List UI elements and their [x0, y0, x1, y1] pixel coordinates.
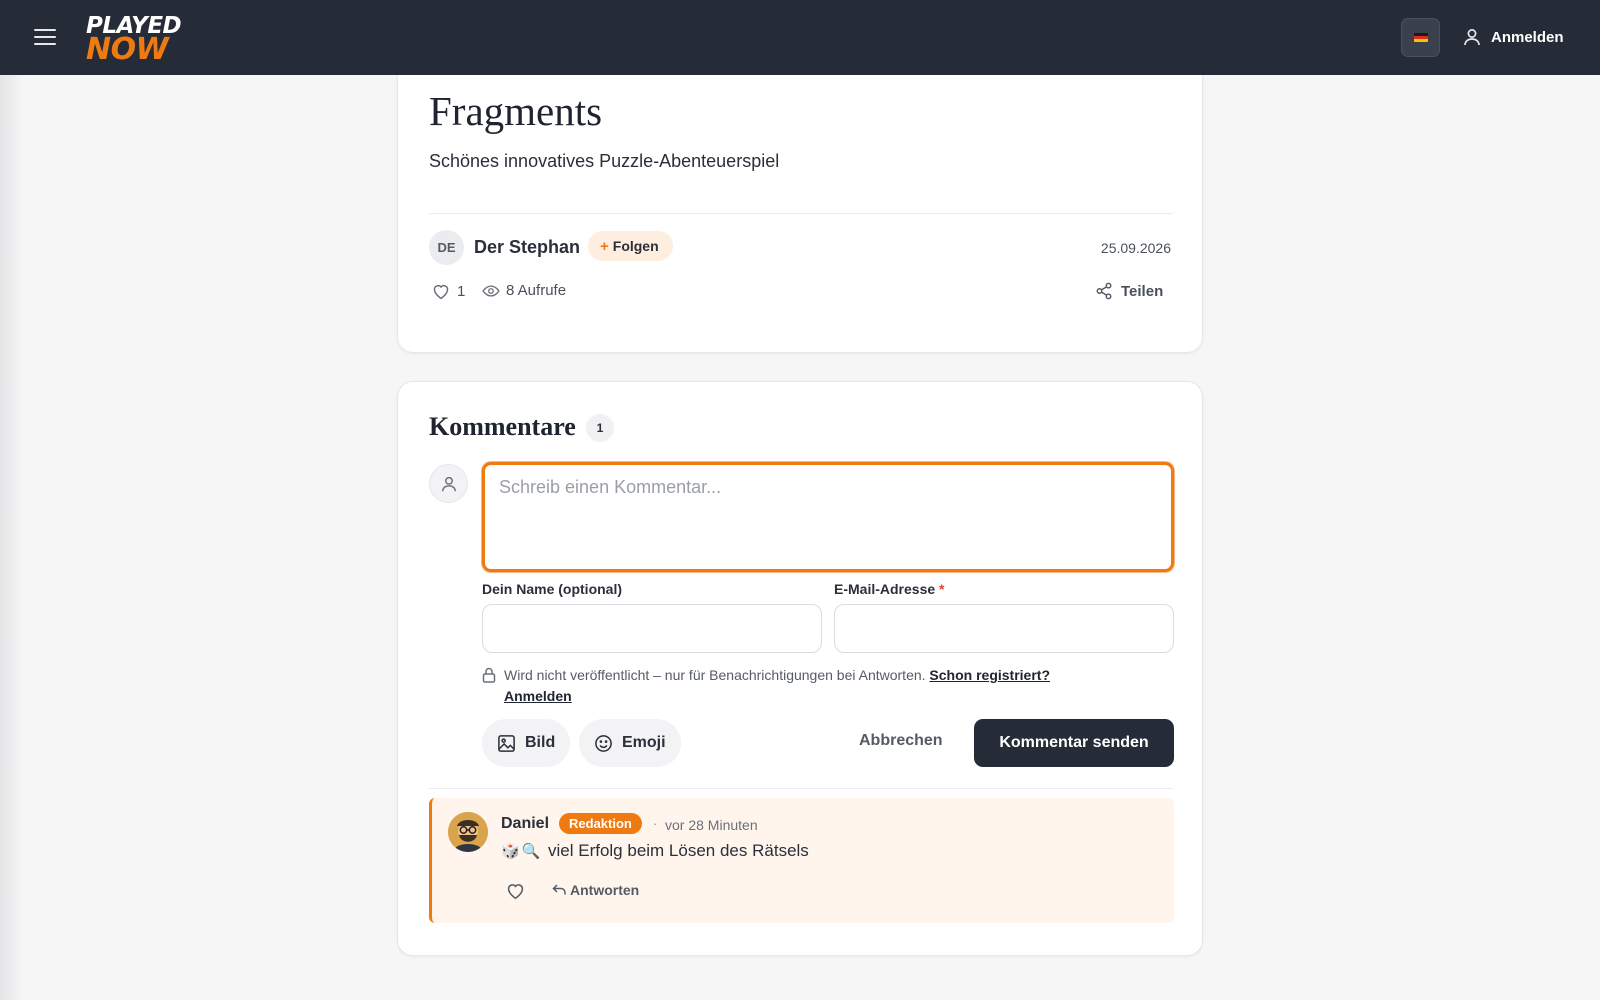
privacy-note: Wird nicht veröffentlicht – nur für Bena… — [482, 665, 1172, 707]
comments-card: Kommentare 1 Dein Name (optional) E-Mail… — [397, 381, 1203, 956]
plus-icon: + — [600, 237, 609, 255]
privacy-text: Wird nicht veröffentlicht – nur für Bena… — [504, 667, 926, 683]
add-image-button[interactable]: Bild — [482, 719, 571, 767]
email-field-label: E-Mail-Adresse * — [834, 581, 945, 597]
email-field-label-text: E-Mail-Adresse — [834, 581, 936, 597]
emoji-button-label: Emoji — [622, 734, 666, 751]
avatar-illustration — [448, 812, 488, 852]
post-title: Fragments — [429, 88, 603, 134]
site-logo[interactable]: PLAYED NOW — [86, 12, 192, 67]
divider — [429, 788, 1173, 789]
user-icon — [1464, 29, 1480, 46]
menu-icon[interactable] — [34, 27, 56, 47]
comment-timestamp: vor 28 Minuten — [665, 817, 758, 833]
editorial-badge: Redaktion — [559, 813, 642, 834]
submit-comment-button[interactable]: Kommentar senden — [974, 719, 1174, 767]
name-field[interactable] — [482, 604, 822, 653]
comment-input[interactable] — [482, 462, 1174, 572]
reply-label: Antworten — [570, 882, 640, 898]
user-icon — [441, 476, 456, 491]
login-label: Anmelden — [1491, 28, 1564, 46]
eye-icon — [482, 284, 500, 297]
commenter-avatar[interactable] — [448, 812, 488, 852]
follow-button[interactable]: + Folgen — [588, 231, 673, 261]
image-button-label: Bild — [525, 734, 556, 751]
smiley-icon — [595, 734, 612, 752]
page-edge-shade — [0, 0, 24, 1000]
required-mark: * — [939, 581, 945, 597]
dice-emoji: 🎲 — [501, 843, 520, 860]
comment-item: Daniel Redaktion · vor 28 Minuten 🎲 🔍 vi… — [429, 798, 1174, 923]
comment-like-button[interactable] — [505, 881, 526, 905]
reply-arrow-icon — [552, 884, 566, 895]
flag-stripe-gold — [1413, 39, 1428, 42]
german-flag-icon — [1413, 33, 1428, 42]
comments-title: Kommentare — [429, 412, 576, 441]
author-avatar[interactable]: DE — [429, 230, 464, 265]
language-switch-button[interactable] — [1401, 18, 1440, 57]
add-emoji-button[interactable]: Emoji — [579, 719, 681, 767]
heart-icon — [507, 884, 524, 900]
comments-count-badge: 1 — [586, 414, 614, 442]
divider — [429, 213, 1173, 214]
like-stat[interactable]: 1 — [431, 282, 465, 300]
like-count: 1 — [457, 282, 466, 300]
follow-label: Folgen — [612, 238, 659, 254]
post-card: Fragments Schönes innovatives Puzzle-Abe… — [397, 40, 1203, 353]
comment-emojis: 🎲 🔍 — [501, 842, 540, 860]
image-icon — [498, 734, 515, 752]
reply-button[interactable]: Antworten — [552, 882, 639, 898]
meta-separator: · — [653, 816, 658, 831]
views-stat: 8 Aufrufe — [482, 282, 566, 299]
heart-icon — [433, 284, 449, 300]
logo-text-bottom: NOW — [86, 32, 169, 67]
login-button[interactable]: Anmelden — [1462, 22, 1564, 52]
commenter-name[interactable]: Daniel — [501, 815, 549, 833]
top-navigation-bar: PLAYED NOW Anmelden — [0, 0, 1600, 75]
cancel-button[interactable]: Abbrechen — [859, 732, 943, 750]
email-field[interactable] — [834, 604, 1174, 653]
comment-text: viel Erfolg beim Lösen des Rätsels — [548, 841, 809, 860]
name-field-label: Dein Name (optional) — [482, 581, 622, 597]
magnifier-emoji: 🔍 — [521, 843, 541, 860]
share-icon — [1096, 282, 1112, 300]
sign-in-link[interactable]: Anmelden — [504, 688, 572, 704]
share-button[interactable]: Teilen — [1095, 282, 1163, 300]
current-user-avatar — [429, 464, 468, 503]
views-count: 8 Aufrufe — [506, 282, 567, 299]
already-registered-link[interactable]: Schon registriert? — [929, 667, 1050, 683]
share-label: Teilen — [1121, 282, 1164, 300]
post-date: 25.09.2026 — [1100, 240, 1171, 256]
name-field-label-text: Dein Name (optional) — [482, 581, 623, 597]
lock-icon — [482, 667, 496, 683]
author-name[interactable]: Der Stephan — [474, 237, 580, 258]
post-subtitle: Schönes innovatives Puzzle-Abenteuerspie… — [429, 151, 780, 171]
